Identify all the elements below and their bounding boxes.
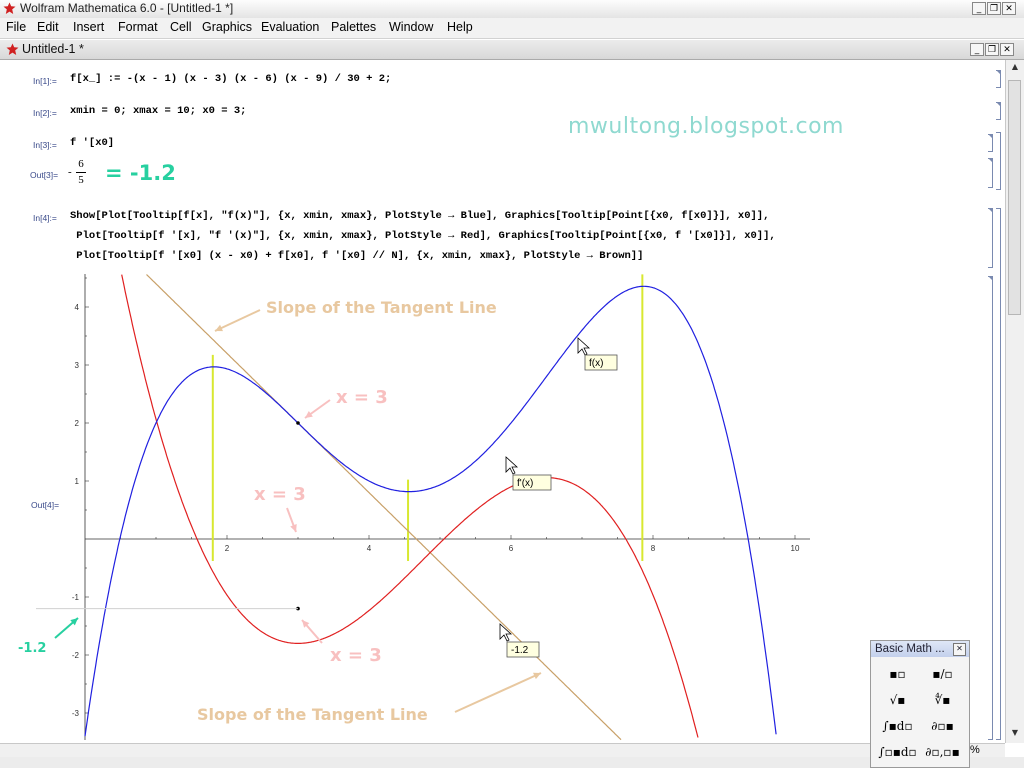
x-equals-label-2: x = 3 bbox=[254, 484, 306, 505]
plot-point[interactable] bbox=[296, 421, 300, 425]
basic-math-palette[interactable]: Basic Math ... ✕ ▪▫ ▪/▫ √▪ ∜▪ ∫▪d▫ ∂▫▪ ∫… bbox=[870, 640, 970, 768]
doc-restore-button[interactable]: ❐ bbox=[985, 43, 999, 56]
y-tick-label: 4 bbox=[75, 303, 80, 312]
tooltip-fpx: f'(x) bbox=[517, 478, 533, 489]
menu-evaluation[interactable]: Evaluation bbox=[261, 20, 319, 34]
palette-button-fraction[interactable]: ▪/▫ bbox=[920, 663, 965, 685]
palette-buttons: ▪▫ ▪/▫ √▪ ∜▪ ∫▪d▫ ∂▫▪ ∫▫▪d▫ ∂▫,▫▪ bbox=[871, 657, 969, 763]
menu-palettes[interactable]: Palettes bbox=[331, 20, 376, 34]
vertical-scrollbar[interactable]: ▲ ▼ bbox=[1005, 60, 1024, 743]
slope-arrow-top bbox=[214, 309, 261, 332]
palette-button-power[interactable]: ▪▫ bbox=[875, 663, 920, 685]
slope-label-bottom: Slope of the Tangent Line bbox=[197, 705, 428, 724]
function-curve[interactable] bbox=[84, 285, 777, 737]
notebook-logo-icon bbox=[6, 43, 19, 55]
tooltip-tangent: -1.2 bbox=[511, 645, 529, 656]
menu-cell[interactable]: Cell bbox=[170, 20, 192, 34]
horizontal-scrollbar[interactable] bbox=[0, 743, 1005, 758]
mathematica-logo-icon bbox=[3, 2, 16, 14]
scroll-up-arrow-icon[interactable]: ▲ bbox=[1009, 62, 1021, 74]
x-tick-label: 8 bbox=[651, 544, 656, 553]
menu-edit[interactable]: Edit bbox=[37, 20, 59, 34]
slope-label-top: Slope of the Tangent Line bbox=[266, 298, 497, 317]
palette-button-sqrt[interactable]: √▪ bbox=[875, 689, 920, 711]
menu-graphics[interactable]: Graphics bbox=[202, 20, 252, 34]
restore-button[interactable]: ❐ bbox=[987, 2, 1001, 15]
x-tick-label: 4 bbox=[367, 544, 372, 553]
menu-file[interactable]: File bbox=[6, 20, 26, 34]
slope-arrow-bottom bbox=[454, 672, 542, 713]
minus-value-label: -1.2 bbox=[18, 641, 46, 656]
app-titlebar: Wolfram Mathematica 6.0 - [Untitled-1 *]… bbox=[0, 0, 1024, 19]
plot-output[interactable]: 2 4 6 8 10 4 3 2 1 -1 -2 -3 Slope of the Tangent Li… bbox=[0, 60, 1000, 743]
y-tick-label: -1 bbox=[72, 593, 80, 602]
x-equals-label-1: x = 3 bbox=[336, 387, 388, 408]
cursor-icon bbox=[577, 337, 591, 356]
palette-button-integral[interactable]: ∫▪d▫ bbox=[875, 715, 920, 737]
x-tick-label: 10 bbox=[791, 544, 800, 553]
menu-insert[interactable]: Insert bbox=[73, 20, 104, 34]
app-title: Wolfram Mathematica 6.0 - [Untitled-1 *] bbox=[20, 1, 234, 15]
cursor-icon bbox=[505, 456, 519, 475]
menu-help[interactable]: Help bbox=[447, 20, 473, 34]
menu-window[interactable]: Window bbox=[389, 20, 433, 34]
palette-button-nthroot[interactable]: ∜▪ bbox=[920, 689, 965, 711]
palette-close-button[interactable]: ✕ bbox=[953, 643, 966, 656]
tooltip-fx: f(x) bbox=[589, 358, 603, 369]
palette-button-partial[interactable]: ∂▫▪ bbox=[920, 715, 965, 737]
y-tick-label: -3 bbox=[72, 709, 80, 718]
y-tick-label: 2 bbox=[75, 419, 80, 428]
palette-title: Basic Math ... bbox=[875, 643, 945, 655]
palette-titlebar[interactable]: Basic Math ... ✕ bbox=[871, 641, 969, 657]
menu-format[interactable]: Format bbox=[118, 20, 158, 34]
y-tick-label: 1 bbox=[75, 477, 80, 486]
minimize-button[interactable]: _ bbox=[972, 2, 986, 15]
doc-close-button[interactable]: ✕ bbox=[1000, 43, 1014, 56]
y-tick-label: -2 bbox=[72, 651, 80, 660]
tangent-line-curve[interactable] bbox=[146, 274, 622, 741]
document-titlebar: Untitled-1 * _ ❐ ✕ bbox=[0, 40, 1024, 60]
derivative-curve[interactable] bbox=[121, 274, 699, 738]
x-tick-label: 2 bbox=[225, 544, 230, 553]
x-tick-label: 6 bbox=[509, 544, 514, 553]
x-equals-label-3: x = 3 bbox=[330, 645, 382, 666]
zoom-level[interactable]: % bbox=[970, 744, 980, 756]
document-title: Untitled-1 * bbox=[22, 42, 84, 56]
doc-minimize-button[interactable]: _ bbox=[970, 43, 984, 56]
palette-button-mixed-partial[interactable]: ∂▫,▫▪ bbox=[920, 741, 965, 763]
close-button[interactable]: ✕ bbox=[1002, 2, 1016, 15]
menu-bar: File Edit Insert Format Cell Graphics Ev… bbox=[0, 18, 1024, 39]
notebook-area[interactable]: mwultong.blogspot.com In[1]:= f[x_] := -… bbox=[0, 60, 1005, 743]
y-tick-label: 3 bbox=[75, 361, 80, 370]
scroll-thumb[interactable] bbox=[1008, 80, 1021, 315]
scroll-down-arrow-icon[interactable]: ▼ bbox=[1009, 728, 1021, 740]
palette-button-definite-integral[interactable]: ∫▫▪d▫ bbox=[875, 741, 920, 763]
